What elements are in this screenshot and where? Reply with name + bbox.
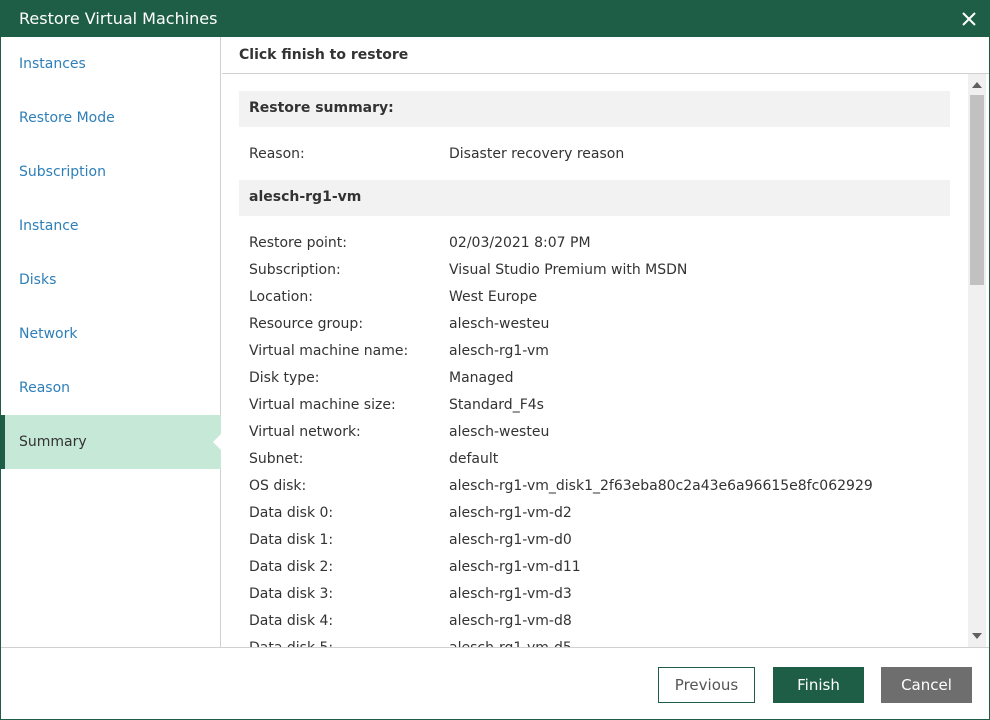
summary-scroll-area[interactable]: Restore summary: Reason: Disaster recove… <box>222 74 989 647</box>
step-reason[interactable]: Reason <box>1 361 221 415</box>
summary-value: alesch-rg1-vm-d8 <box>449 613 572 629</box>
step-label: Summary <box>19 434 87 450</box>
summary-row: Data disk 0: alesch-rg1-vm-d2 <box>249 505 949 525</box>
wizard-steps: Instances Restore Mode Subscription Inst… <box>1 37 222 647</box>
summary-value: alesch-rg1-vm-d5 <box>449 640 572 647</box>
summary-key: Virtual network: <box>249 424 361 440</box>
summary-value: Standard_F4s <box>449 397 544 413</box>
summary-key: OS disk: <box>249 478 307 494</box>
summary-value: Disaster recovery reason <box>449 146 625 162</box>
summary-value: West Europe <box>449 289 538 305</box>
summary-key: Reason: <box>249 146 305 162</box>
summary-row: Data disk 3: alesch-rg1-vm-d3 <box>249 586 949 606</box>
step-subscription[interactable]: Subscription <box>1 145 221 199</box>
step-network[interactable]: Network <box>1 307 221 361</box>
active-step-indicator <box>213 433 222 451</box>
window-title: Restore Virtual Machines <box>19 9 218 28</box>
summary-row: Subnet: default <box>249 451 949 471</box>
summary-key: Data disk 0: <box>249 505 334 521</box>
section-title: Restore summary: <box>249 100 394 116</box>
scroll-up-icon[interactable] <box>972 82 982 88</box>
step-instances[interactable]: Instances <box>1 37 221 91</box>
summary-key: Disk type: <box>249 370 320 386</box>
finish-button[interactable]: Finish <box>773 667 864 703</box>
summary-value: alesch-rg1-vm-d11 <box>449 559 581 575</box>
summary-row: Virtual machine name: alesch-rg1-vm <box>249 343 949 363</box>
step-label: Disks <box>19 272 57 288</box>
step-header: Click finish to restore <box>222 37 989 74</box>
summary-key: Restore point: <box>249 235 347 251</box>
step-label: Reason <box>19 380 71 396</box>
summary-key: Data disk 1: <box>249 532 334 548</box>
summary-row: Subscription: Visual Studio Premium with… <box>249 262 949 282</box>
summary-key: Virtual machine size: <box>249 397 396 413</box>
summary-key: Data disk 2: <box>249 559 334 575</box>
previous-button[interactable]: Previous <box>658 667 755 703</box>
summary-row: Location: West Europe <box>249 289 949 309</box>
restore-dialog: Restore Virtual Machines Instances Resto… <box>0 0 990 720</box>
restore-summary-header: Restore summary: <box>239 91 950 127</box>
step-label: Instances <box>19 56 86 72</box>
summary-key: Data disk 4: <box>249 613 334 629</box>
summary-key: Subscription: <box>249 262 341 278</box>
summary-row: Data disk 4: alesch-rg1-vm-d8 <box>249 613 949 633</box>
title-bar: Restore Virtual Machines <box>1 1 989 37</box>
summary-key: Resource group: <box>249 316 364 332</box>
cancel-button[interactable]: Cancel <box>881 667 972 703</box>
summary-key: Subnet: <box>249 451 304 467</box>
summary-row: Data disk 5: alesch-rg1-vm-d5 <box>249 640 949 647</box>
summary-row: Virtual network: alesch-westeu <box>249 424 949 444</box>
summary-row: Resource group: alesch-westeu <box>249 316 949 336</box>
summary-value: default <box>449 451 499 467</box>
summary-row: Virtual machine size: Standard_F4s <box>249 397 949 417</box>
summary-key: Location: <box>249 289 313 305</box>
scroll-down-icon[interactable] <box>972 633 982 639</box>
summary-row: Data disk 2: alesch-rg1-vm-d11 <box>249 559 949 579</box>
summary-row: Disk type: Managed <box>249 370 949 390</box>
main-panel: Click finish to restore Restore summary:… <box>222 37 989 647</box>
summary-value: alesch-westeu <box>449 424 550 440</box>
summary-row: Data disk 1: alesch-rg1-vm-d0 <box>249 532 949 552</box>
summary-row: Reason: Disaster recovery reason <box>249 146 949 166</box>
summary-key: Virtual machine name: <box>249 343 409 359</box>
summary-key: Data disk 3: <box>249 586 334 602</box>
summary-value: alesch-rg1-vm_disk1_2f63eba80c2a43e6a966… <box>449 478 873 494</box>
summary-value: alesch-rg1-vm-d2 <box>449 505 572 521</box>
scrollbar-thumb[interactable] <box>970 95 984 285</box>
section-title: alesch-rg1-vm <box>249 189 362 205</box>
summary-value: alesch-rg1-vm-d0 <box>449 532 572 548</box>
summary-value: alesch-rg1-vm <box>449 343 549 359</box>
step-disks[interactable]: Disks <box>1 253 221 307</box>
step-instruction: Click finish to restore <box>239 47 409 63</box>
step-instance[interactable]: Instance <box>1 199 221 253</box>
summary-key: Data disk 5: <box>249 640 333 647</box>
summary-row: Restore point: 02/03/2021 8:07 PM <box>249 235 949 255</box>
vertical-scrollbar[interactable] <box>968 74 986 647</box>
step-summary[interactable]: Summary <box>1 415 222 469</box>
vm-section-header: alesch-rg1-vm <box>239 180 950 216</box>
summary-value: alesch-westeu <box>449 316 550 332</box>
dialog-footer: Previous Finish Cancel <box>1 647 989 719</box>
summary-value: 02/03/2021 8:07 PM <box>449 235 591 251</box>
step-label: Network <box>19 326 78 342</box>
summary-value: Visual Studio Premium with MSDN <box>449 262 688 278</box>
summary-value: alesch-rg1-vm-d3 <box>449 586 572 602</box>
close-icon[interactable] <box>957 7 981 31</box>
summary-row: OS disk: alesch-rg1-vm_disk1_2f63eba80c2… <box>249 478 949 498</box>
step-restore-mode[interactable]: Restore Mode <box>1 91 221 145</box>
summary-value: Managed <box>449 370 514 386</box>
step-label: Instance <box>19 218 79 234</box>
step-label: Restore Mode <box>19 110 115 126</box>
step-label: Subscription <box>19 164 106 180</box>
